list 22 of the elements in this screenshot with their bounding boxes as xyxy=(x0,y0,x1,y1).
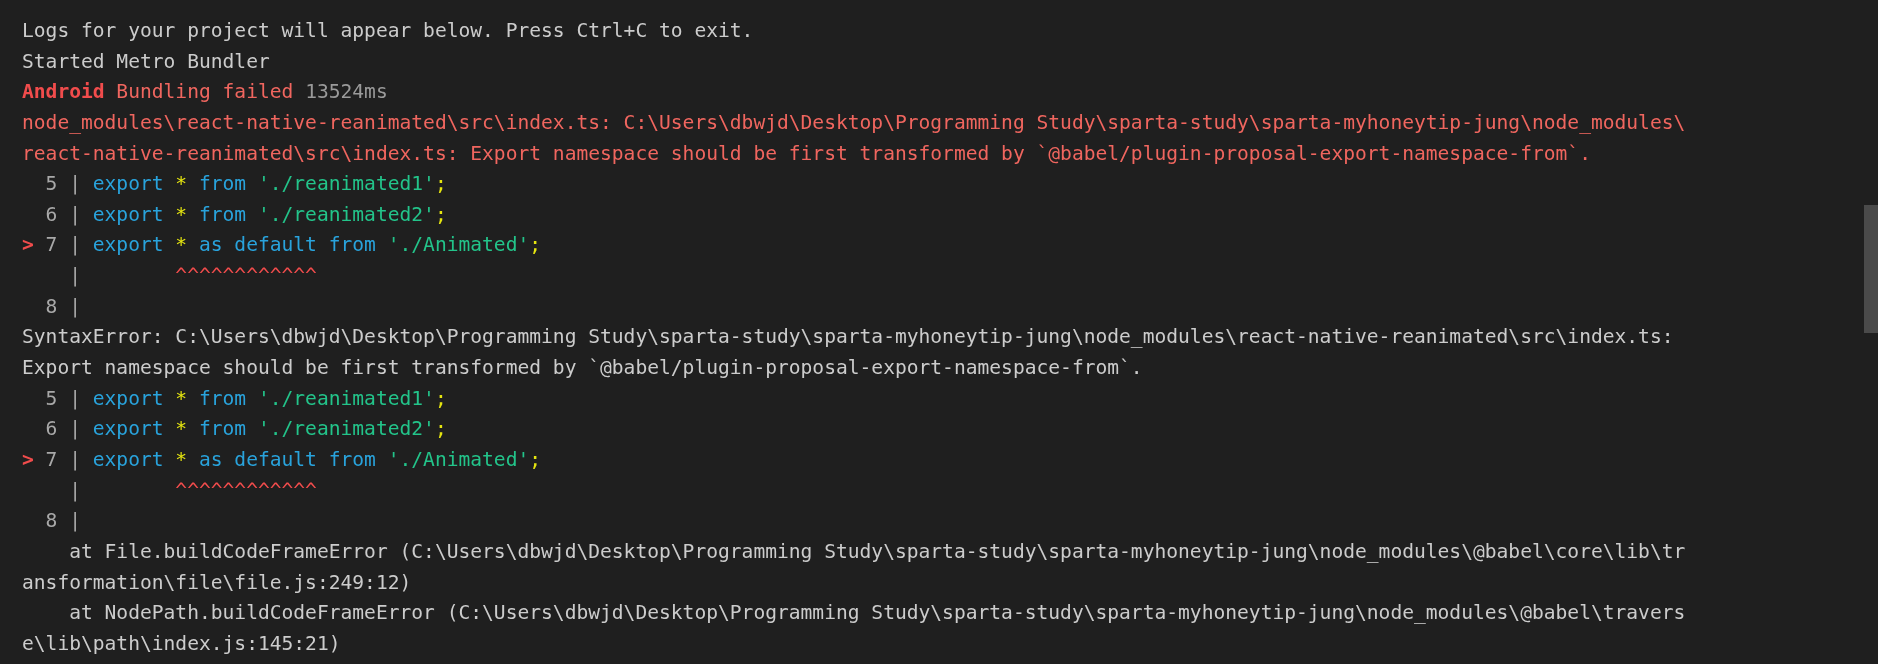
log-line: > 7 | export * as default from './Animated'; xyxy=(22,232,542,259)
log-line: 6 | export * from './reanimated2'; xyxy=(44,416,447,443)
log-line: Android Bundling failed 13524ms xyxy=(22,79,388,106)
log-line: ansformation\file\file.js:249:12) xyxy=(22,569,412,596)
log-line: 8 | xyxy=(44,293,81,320)
log-line: e\lib\path\index.js:145:21) xyxy=(22,630,341,657)
log-line: Export namespace should be first transformed by `@babel/plugin-proposal-export-namespace-from`. xyxy=(22,355,1143,382)
log-line: | ^^^^^^^^^^^^ xyxy=(68,263,317,290)
log-line: 5 | export * from './reanimated1'; xyxy=(44,171,447,198)
log-line: 6 | export * from './reanimated2'; xyxy=(44,201,447,228)
log-line: at NodePath.buildCodeFrameError (C:\Users\dbwjd\Desktop\Programming Study\sparta-study\sparta-myhoneytip-jung\node_modules\@babel\travers xyxy=(68,600,1686,627)
log-line: > 7 | export * as default from './Animated'; xyxy=(22,446,542,473)
log-line: Logs for your project will appear below. Press Ctrl+C to exit. xyxy=(22,18,754,44)
log-line: node_modules\react-native-reanimated\src\index.ts: C:\Users\dbwjd\Desktop\Programming Study\sparta-study\sparta-myhoneytip-jung\node_modules\ xyxy=(22,109,1686,136)
log-line: Started Metro Bundler xyxy=(22,48,270,75)
log-line: 5 | export * from './reanimated1'; xyxy=(44,385,447,412)
log-line: react-native-reanimated\src\index.ts: Export namespace should be first transformed by `@babel/plugin-proposal-export-namespace-from`. xyxy=(22,140,1591,167)
log-line: at File.buildCodeFrameError (C:\Users\dbwjd\Desktop\Programming Study\sparta-study\sparta-myhoneytip-jung\node_modules\@babel\core\lib\tr xyxy=(68,538,1686,565)
log-line: SyntaxError: C:\Users\dbwjd\Desktop\Programming Study\sparta-study\sparta-myhoneytip-jung\node_modules\react-native-reanimated\src\index.ts: xyxy=(22,324,1674,351)
scrollbar-thumb[interactable] xyxy=(1864,205,1878,333)
log-line: 8 | xyxy=(44,508,81,535)
log-line: | ^^^^^^^^^^^^ xyxy=(68,477,317,504)
